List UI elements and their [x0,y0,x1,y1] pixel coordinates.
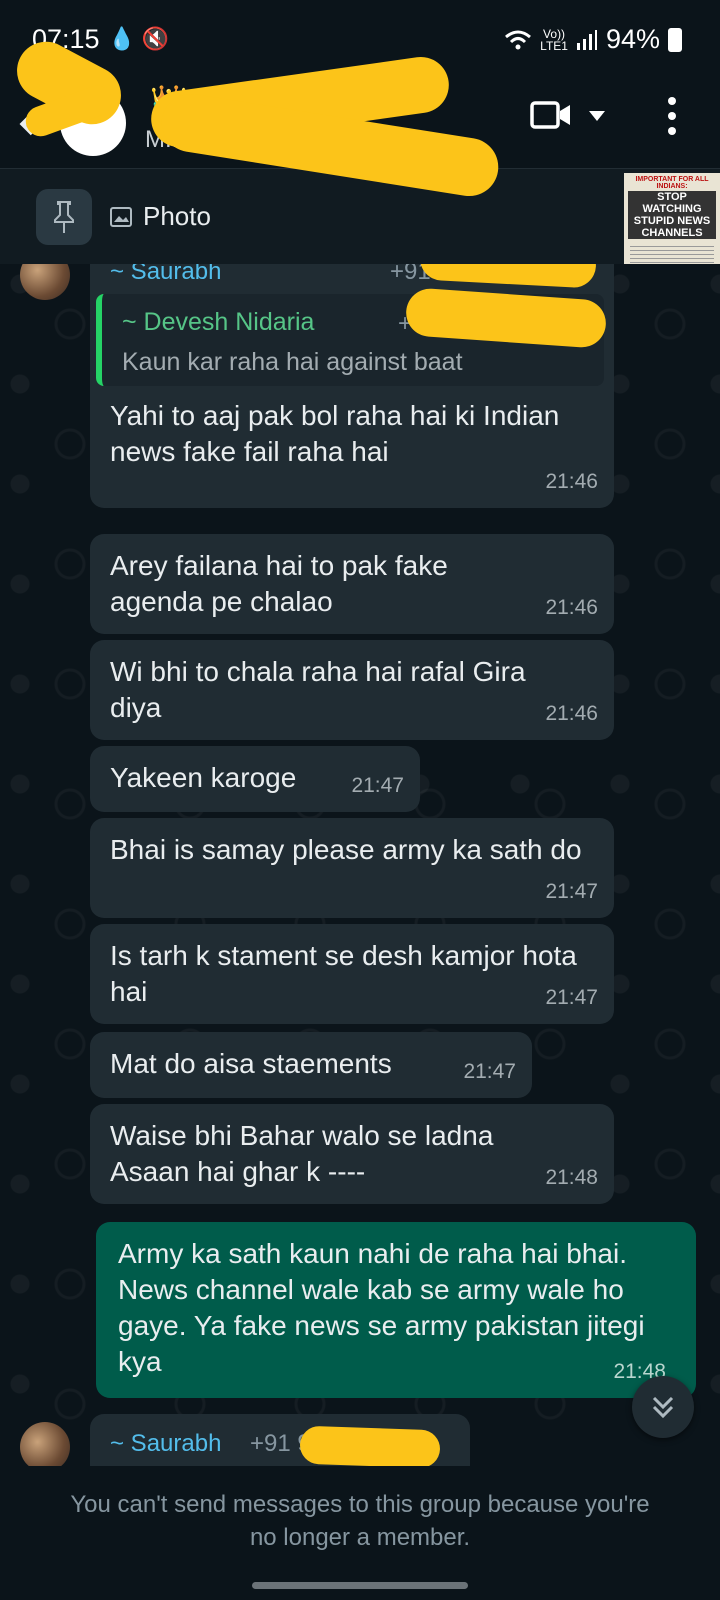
message-time: 21:46 [545,470,598,493]
pinned-label: Photo [143,201,211,231]
message-time: 21:47 [351,774,404,797]
sender-avatar[interactable] [20,264,70,300]
sender-name[interactable]: ~ Saurabh [110,264,221,290]
message-bubble-incoming[interactable]: Arey failana hai to pak fake agenda pe c… [90,534,614,634]
wifi-icon [505,30,532,49]
thumb-heading: IMPORTANT FOR ALL INDIANS: [635,176,709,190]
message-bubble-incoming[interactable]: Mat do aisa staements 21:47 [90,1032,532,1098]
status-right: Vo)) LTE1 94% [504,24,682,55]
message-text: Arey failana hai to pak fake agenda pe c… [110,550,448,617]
message-text: Wi bhi to chala raha hai rafal Gira diya [110,656,526,723]
network-label-bottom: LTE1 [540,38,568,53]
quoted-sender-name: ~ Devesh Nidaria [122,308,315,336]
double-chevron-down-icon [652,1396,674,1419]
pin-icon [54,201,74,233]
home-indicator[interactable] [252,1582,468,1589]
message-bubble-incoming[interactable]: Is tarh k stament se desh kamjor hota ha… [90,924,614,1024]
message-bubble-incoming[interactable]: Wi bhi to chala raha hai rafal Gira diya… [90,640,614,740]
not-member-notice: You can't send messages to this group be… [70,1491,650,1551]
message-text: Is tarh k stament se desh kamjor hota ha… [110,940,577,1007]
pin-button[interactable] [36,189,92,245]
footer: You can't send messages to this group be… [0,1466,720,1600]
network-label: Vo)) LTE1 [540,28,568,52]
message-bubble-incoming[interactable]: Waise bhi Bahar walo se ladna Asaan hai … [90,1104,614,1204]
photo-icon [110,207,132,227]
battery-icon [668,27,682,52]
call-dropdown-icon[interactable] [588,110,606,122]
pinned-message-bar[interactable]: Photo IMPORTANT FOR ALL INDIANS: STOP WA… [0,168,720,265]
message-time: 21:47 [545,986,598,1009]
message-time: 21:47 [463,1060,516,1083]
message-time: 21:46 [545,702,598,725]
signal-icon [576,29,597,50]
pinned-photo-thumbnail[interactable]: IMPORTANT FOR ALL INDIANS: STOP WATCHING… [624,173,720,265]
redaction-mark [299,1425,441,1466]
message-time: 21:46 [545,596,598,619]
message-text: Yahi to aaj pak bol raha hai ki Indian n… [110,400,560,467]
message-time: 21:47 [545,880,598,903]
quoted-text: Kaun kar raha hai against baat [122,348,463,376]
message-text: Bhai is samay please army ka sath do [110,834,582,865]
message-time: 21:48 [545,1166,598,1189]
thumb-body-lines [630,243,714,265]
message-bubble-incoming[interactable]: Bhai is samay please army ka sath do 21:… [90,818,614,918]
thumb-banner: STOP WATCHING STUPID NEWS CHANNELS [628,191,716,239]
message-text: Army ka sath kaun nahi de raha hai bhai.… [118,1238,645,1377]
message-bubble-outgoing[interactable]: Army ka sath kaun nahi de raha hai bhai.… [96,1222,696,1398]
message-text: Mat do aisa staements [110,1048,392,1079]
scroll-to-bottom-button[interactable] [632,1376,694,1438]
status-left-icons: 💧 🔇 [108,26,169,51]
video-call-icon[interactable] [530,100,572,130]
message-text: Waise bhi Bahar walo se ladna Asaan hai … [110,1120,494,1187]
sender-avatar[interactable] [20,1422,70,1466]
battery-percent: 94% [605,24,660,54]
sender-name[interactable]: ~ Saurabh [110,1426,221,1462]
more-options-icon[interactable] [667,96,677,136]
chat-area[interactable]: ~ Saurabh +91 ~ Devesh Nidaria +9 Kaun k… [0,264,720,1466]
message-bubble-incoming[interactable]: Yakeen karoge 21:47 [90,746,420,812]
